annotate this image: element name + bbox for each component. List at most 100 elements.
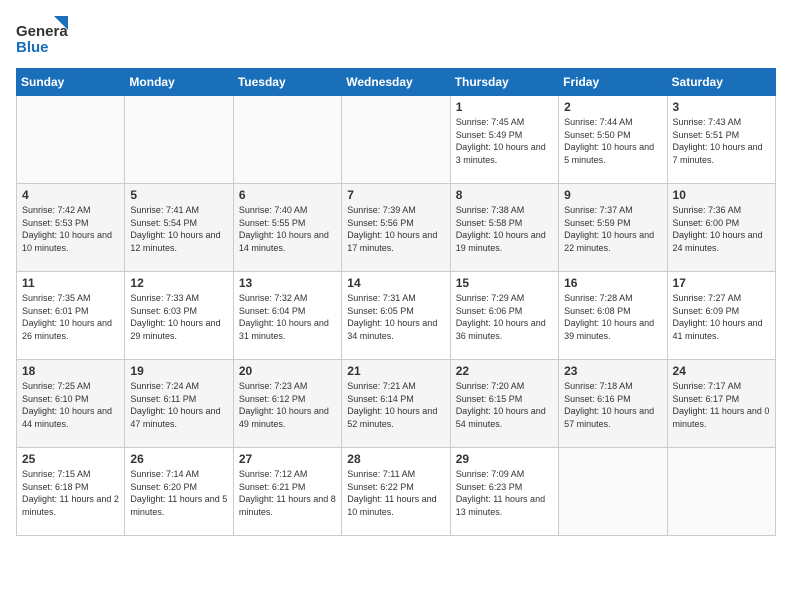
- cell-sun-info: Sunrise: 7:37 AMSunset: 5:59 PMDaylight:…: [564, 204, 661, 254]
- cell-sun-info: Sunrise: 7:32 AMSunset: 6:04 PMDaylight:…: [239, 292, 336, 342]
- cell-sun-info: Sunrise: 7:23 AMSunset: 6:12 PMDaylight:…: [239, 380, 336, 430]
- day-number: 24: [673, 364, 770, 378]
- day-number: 17: [673, 276, 770, 290]
- calendar-cell: 12 Sunrise: 7:33 AMSunset: 6:03 PMDayligh…: [125, 272, 233, 360]
- day-number: 29: [456, 452, 553, 466]
- cell-sun-info: Sunrise: 7:33 AMSunset: 6:03 PMDaylight:…: [130, 292, 227, 342]
- calendar-week-row: 25Sunrise: 7:15 AMSunset: 6:18 PMDayligh…: [17, 448, 776, 536]
- cell-sun-info: Sunrise: 7:39 AMSunset: 5:56 PMDaylight:…: [347, 204, 444, 254]
- calendar-cell: 26 Sunrise: 7:14 AMSunset: 6:20 PMDayligh…: [125, 448, 233, 536]
- calendar-week-row: 11 Sunrise: 7:35 AMSunset: 6:01 PMDayligh…: [17, 272, 776, 360]
- svg-text:General: General: [16, 23, 68, 40]
- calendar-cell: 16 Sunrise: 7:28 AMSunset: 6:08 PMDayligh…: [559, 272, 667, 360]
- logo: General Blue: [16, 16, 68, 58]
- cell-sun-info: Sunrise: 7:42 AMSunset: 5:53 PMDaylight:…: [22, 204, 119, 254]
- logo-icon: General Blue: [16, 16, 68, 58]
- cell-sun-info: Sunrise: 7:09 AMSunset: 6:23 PMDaylight:…: [456, 468, 553, 518]
- calendar-cell: 7 Sunrise: 7:39 AMSunset: 5:56 PMDaylight…: [342, 184, 450, 272]
- day-number: 27: [239, 452, 336, 466]
- cell-sun-info: Sunrise: 7:20 AMSunset: 6:15 PMDaylight:…: [456, 380, 553, 430]
- day-number: 18: [22, 364, 119, 378]
- day-number: 5: [130, 188, 227, 202]
- day-number: 3: [673, 100, 770, 114]
- column-header-sunday: Sunday: [17, 69, 125, 96]
- cell-sun-info: Sunrise: 7:44 AMSunset: 5:50 PMDaylight:…: [564, 116, 661, 166]
- calendar-cell: 18 Sunrise: 7:25 AMSunset: 6:10 PMDayligh…: [17, 360, 125, 448]
- column-header-tuesday: Tuesday: [233, 69, 341, 96]
- day-number: 22: [456, 364, 553, 378]
- calendar-cell: 11 Sunrise: 7:35 AMSunset: 6:01 PMDayligh…: [17, 272, 125, 360]
- calendar-cell: 4 Sunrise: 7:42 AMSunset: 5:53 PMDaylight…: [17, 184, 125, 272]
- calendar-cell: 27 Sunrise: 7:12 AMSunset: 6:21 PMDayligh…: [233, 448, 341, 536]
- day-number: 1: [456, 100, 553, 114]
- day-number: 15: [456, 276, 553, 290]
- calendar-cell: 17 Sunrise: 7:27 AMSunset: 6:09 PMDayligh…: [667, 272, 775, 360]
- day-number: 26: [130, 452, 227, 466]
- day-number: 11: [22, 276, 119, 290]
- calendar-cell: 5 Sunrise: 7:41 AMSunset: 5:54 PMDaylight…: [125, 184, 233, 272]
- column-header-thursday: Thursday: [450, 69, 558, 96]
- day-number: 14: [347, 276, 444, 290]
- calendar-cell: [342, 96, 450, 184]
- cell-sun-info: Sunrise: 7:31 AMSunset: 6:05 PMDaylight:…: [347, 292, 444, 342]
- day-number: 19: [130, 364, 227, 378]
- cell-sun-info: Sunrise: 7:43 AMSunset: 5:51 PMDaylight:…: [673, 116, 770, 166]
- column-header-monday: Monday: [125, 69, 233, 96]
- calendar-cell: 3 Sunrise: 7:43 AMSunset: 5:51 PMDaylight…: [667, 96, 775, 184]
- calendar-cell: [559, 448, 667, 536]
- calendar-cell: 23 Sunrise: 7:18 AMSunset: 6:16 PMDayligh…: [559, 360, 667, 448]
- day-number: 21: [347, 364, 444, 378]
- calendar-cell: 2 Sunrise: 7:44 AMSunset: 5:50 PMDaylight…: [559, 96, 667, 184]
- calendar-cell: [233, 96, 341, 184]
- calendar-cell: 15 Sunrise: 7:29 AMSunset: 6:06 PMDayligh…: [450, 272, 558, 360]
- calendar-cell: 6 Sunrise: 7:40 AMSunset: 5:55 PMDaylight…: [233, 184, 341, 272]
- calendar-cell: 21 Sunrise: 7:21 AMSunset: 6:14 PMDayligh…: [342, 360, 450, 448]
- cell-sun-info: Sunrise: 7:36 AMSunset: 6:00 PMDaylight:…: [673, 204, 770, 254]
- day-number: 16: [564, 276, 661, 290]
- calendar-cell: 14 Sunrise: 7:31 AMSunset: 6:05 PMDayligh…: [342, 272, 450, 360]
- cell-sun-info: Sunrise: 7:12 AMSunset: 6:21 PMDaylight:…: [239, 468, 336, 518]
- day-number: 13: [239, 276, 336, 290]
- cell-sun-info: Sunrise: 7:14 AMSunset: 6:20 PMDaylight:…: [130, 468, 227, 518]
- page-header: General Blue: [16, 16, 776, 58]
- calendar-week-row: 4 Sunrise: 7:42 AMSunset: 5:53 PMDaylight…: [17, 184, 776, 272]
- calendar-cell: 20 Sunrise: 7:23 AMSunset: 6:12 PMDayligh…: [233, 360, 341, 448]
- calendar-cell: 19 Sunrise: 7:24 AMSunset: 6:11 PMDayligh…: [125, 360, 233, 448]
- day-number: 6: [239, 188, 336, 202]
- calendar-cell: 28 Sunrise: 7:11 AMSunset: 6:22 PMDayligh…: [342, 448, 450, 536]
- calendar-header-row: SundayMondayTuesdayWednesdayThursdayFrid…: [17, 69, 776, 96]
- cell-sun-info: Sunrise: 7:28 AMSunset: 6:08 PMDaylight:…: [564, 292, 661, 342]
- calendar-cell: 29 Sunrise: 7:09 AMSunset: 6:23 PMDayligh…: [450, 448, 558, 536]
- svg-text:Blue: Blue: [16, 39, 49, 56]
- day-number: 28: [347, 452, 444, 466]
- calendar-week-row: 1 Sunrise: 7:45 AMSunset: 5:49 PMDaylight…: [17, 96, 776, 184]
- calendar-cell: 13 Sunrise: 7:32 AMSunset: 6:04 PMDayligh…: [233, 272, 341, 360]
- cell-sun-info: Sunrise: 7:29 AMSunset: 6:06 PMDaylight:…: [456, 292, 553, 342]
- cell-sun-info: Sunrise: 7:27 AMSunset: 6:09 PMDaylight:…: [673, 292, 770, 342]
- day-number: 8: [456, 188, 553, 202]
- day-number: 10: [673, 188, 770, 202]
- cell-sun-info: Sunrise: 7:24 AMSunset: 6:11 PMDaylight:…: [130, 380, 227, 430]
- day-number: 23: [564, 364, 661, 378]
- cell-sun-info: Sunrise: 7:40 AMSunset: 5:55 PMDaylight:…: [239, 204, 336, 254]
- day-number: 12: [130, 276, 227, 290]
- day-number: 2: [564, 100, 661, 114]
- calendar-cell: 8Sunrise: 7:38 AMSunset: 5:58 PMDaylight…: [450, 184, 558, 272]
- calendar-cell: [667, 448, 775, 536]
- day-number: 7: [347, 188, 444, 202]
- cell-sun-info: Sunrise: 7:11 AMSunset: 6:22 PMDaylight:…: [347, 468, 444, 518]
- column-header-friday: Friday: [559, 69, 667, 96]
- cell-sun-info: Sunrise: 7:25 AMSunset: 6:10 PMDaylight:…: [22, 380, 119, 430]
- day-number: 25: [22, 452, 119, 466]
- day-number: 20: [239, 364, 336, 378]
- cell-sun-info: Sunrise: 7:18 AMSunset: 6:16 PMDaylight:…: [564, 380, 661, 430]
- cell-sun-info: Sunrise: 7:21 AMSunset: 6:14 PMDaylight:…: [347, 380, 444, 430]
- calendar-cell: 1 Sunrise: 7:45 AMSunset: 5:49 PMDaylight…: [450, 96, 558, 184]
- cell-sun-info: Sunrise: 7:17 AMSunset: 6:17 PMDaylight:…: [673, 380, 770, 430]
- day-number: 4: [22, 188, 119, 202]
- cell-sun-info: Sunrise: 7:35 AMSunset: 6:01 PMDaylight:…: [22, 292, 119, 342]
- column-header-saturday: Saturday: [667, 69, 775, 96]
- cell-sun-info: Sunrise: 7:45 AMSunset: 5:49 PMDaylight:…: [456, 116, 553, 166]
- cell-sun-info: Sunrise: 7:41 AMSunset: 5:54 PMDaylight:…: [130, 204, 227, 254]
- calendar-cell: 24 Sunrise: 7:17 AMSunset: 6:17 PMDayligh…: [667, 360, 775, 448]
